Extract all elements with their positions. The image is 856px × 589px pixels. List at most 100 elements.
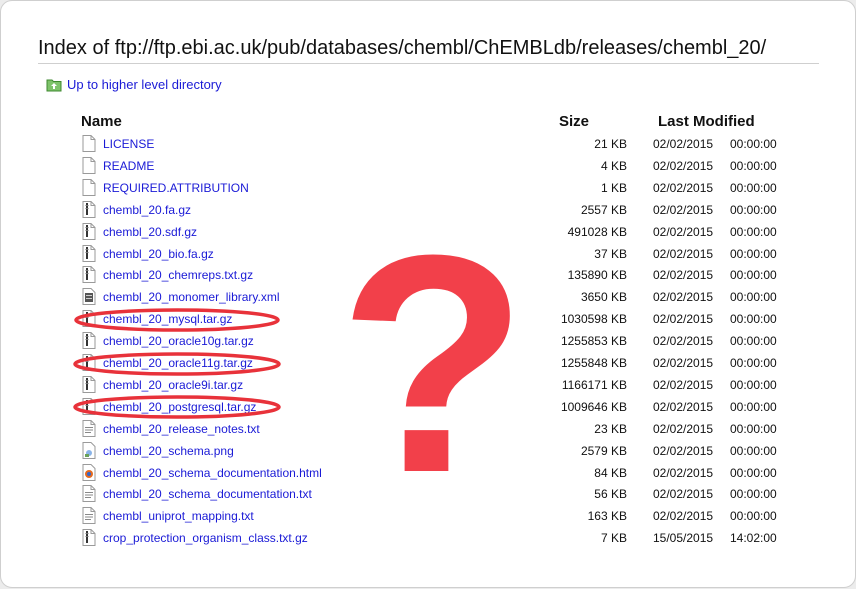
table-row: chembl_20_monomer_library.xml 3650 KB 02/0…	[1, 286, 855, 308]
text-lines-file-icon	[82, 485, 96, 503]
file-link[interactable]: chembl_20_mysql.tar.gz	[103, 312, 232, 326]
table-row: chembl_20_oracle9i.tar.gz 1166171 KB 02/02…	[1, 374, 855, 396]
image-file-icon	[82, 441, 96, 459]
column-header-size[interactable]: Size	[559, 113, 589, 130]
modified-time: 00:00:00	[730, 202, 777, 217]
modified-time: 00:00:00	[730, 465, 777, 480]
html-file-icon	[82, 463, 96, 481]
text-lines-file-icon	[82, 507, 96, 525]
modified-time: 00:00:00	[730, 312, 777, 327]
table-row: chembl_20_postgresql.tar.gz 1009646 KB 02/…	[1, 396, 855, 418]
modified-date: 02/02/2015	[653, 268, 714, 283]
column-header-name[interactable]: Name	[81, 113, 122, 130]
table-row: chembl_20_bio.fa.gz 37 KB 02/02/2015 00:00:…	[1, 243, 855, 265]
modified-time: 00:00:00	[730, 137, 777, 151]
file-link[interactable]: chembl_20.sdf.gz	[103, 225, 197, 239]
modified-time: 00:00:00	[730, 268, 777, 283]
file-size: 1255848 KB	[560, 356, 627, 370]
text-lines-file-icon	[82, 419, 96, 437]
modified-time: 00:00:00	[730, 246, 777, 261]
file-size: 1 KB	[600, 180, 627, 195]
file-link[interactable]: chembl_20_oracle11g.tar.gz	[103, 356, 253, 370]
file-size: 491028 KB	[567, 224, 627, 239]
archive-file-icon	[82, 266, 96, 284]
table-row: chembl_20_release_notes.txt 23 KB 02/02/20…	[1, 418, 855, 440]
file-size: 2579 KB	[580, 443, 627, 458]
file-size: 4 KB	[600, 158, 627, 173]
file-link[interactable]: README	[103, 159, 154, 173]
modified-time: 00:00:00	[730, 224, 777, 239]
file-link[interactable]: LICENSE	[103, 137, 154, 151]
file-link[interactable]: chembl_20_monomer_library.xml	[103, 290, 280, 304]
modified-time: 00:00:00	[730, 180, 777, 195]
file-link[interactable]: chembl_20_release_notes.txt	[103, 422, 260, 436]
archive-file-icon	[82, 222, 96, 240]
file-link[interactable]: chembl_20_schema.png	[103, 444, 234, 458]
archive-file-icon	[82, 529, 96, 547]
file-size: 1166171 KB	[561, 377, 627, 392]
modified-date: 02/02/2015	[653, 377, 714, 392]
file-link[interactable]: chembl_20_bio.fa.gz	[103, 247, 214, 261]
modified-time: 00:00:00	[730, 443, 777, 458]
file-size: 135890 KB	[567, 268, 627, 283]
file-link[interactable]: chembl_20_oracle9i.tar.gz	[103, 378, 243, 392]
modified-date: 02/02/2015	[653, 312, 714, 327]
file-link[interactable]: chembl_uniprot_mapping.txt	[103, 509, 254, 523]
modified-date: 15/05/2015	[653, 531, 714, 546]
parent-directory-link[interactable]: Up to higher level directory	[46, 77, 222, 92]
table-row: chembl_20_oracle10g.tar.gz 1255853 KB 02/0…	[1, 330, 855, 352]
file-link[interactable]: chembl_20_schema_documentation.html	[103, 466, 322, 480]
file-size: 7 KB	[600, 531, 627, 546]
file-size: 163 KB	[587, 509, 627, 524]
table-row: chembl_20_schema_documentation.html 84 KB…	[1, 462, 855, 484]
text-file-icon	[82, 135, 96, 152]
modified-date: 02/02/2015	[653, 487, 714, 502]
modified-date: 02/02/2015	[653, 465, 714, 480]
table-row: README 4 KB 02/02/2015 00:00:00	[1, 155, 855, 177]
modified-time: 00:00:00	[730, 290, 777, 305]
archive-file-icon	[82, 200, 96, 218]
table-row: REQUIRED.ATTRIBUTION 1 KB 02/02/2015 00:00:…	[1, 177, 855, 199]
file-size: 1030598 KB	[560, 312, 627, 327]
file-link[interactable]: chembl_20_postgresql.tar.gz	[103, 400, 256, 414]
file-link[interactable]: chembl_20_oracle10g.tar.gz	[103, 334, 254, 348]
file-size: 23 KB	[594, 421, 627, 436]
modified-time: 00:00:00	[730, 421, 777, 436]
modified-time: 00:00:00	[730, 158, 777, 173]
table-row: LICENSE 21 KB 02/02/2015 00:00:00	[1, 133, 855, 155]
file-link[interactable]: chembl_20.fa.gz	[103, 203, 191, 217]
file-size: 1255853 KB	[560, 334, 627, 349]
table-row: chembl_20_mysql.tar.gz 1030598 KB 02/02/20…	[1, 308, 855, 330]
file-size: 3650 KB	[580, 290, 627, 305]
archive-file-icon	[82, 310, 96, 328]
file-size: 21 KB	[594, 137, 627, 151]
modified-date: 02/02/2015	[653, 443, 714, 458]
table-row: crop_protection_organism_class.txt.gz 7 K…	[1, 527, 855, 549]
archive-file-icon	[82, 397, 96, 415]
table-row: chembl_uniprot_mapping.txt 163 KB 02/02/20…	[1, 505, 855, 527]
parent-directory-label: Up to higher level directory	[67, 77, 222, 92]
table-row: chembl_20.fa.gz 2557 KB 02/02/2015 00:00:00	[1, 199, 855, 221]
modified-date: 02/02/2015	[653, 421, 714, 436]
file-link[interactable]: REQUIRED.ATTRIBUTION	[103, 181, 249, 195]
file-size: 1009646 KB	[560, 399, 627, 414]
archive-file-icon	[82, 354, 96, 371]
table-row: chembl_20.sdf.gz 491028 KB 02/02/2015 00:00…	[1, 221, 855, 243]
table-row: chembl_20_schema_documentation.txt 56 KB 0…	[1, 483, 855, 505]
file-size: 2557 KB	[580, 202, 627, 217]
title-divider	[38, 63, 819, 64]
modified-date: 02/02/2015	[653, 180, 714, 195]
modified-time: 00:00:00	[730, 509, 777, 524]
modified-date: 02/02/2015	[653, 137, 714, 151]
modified-date: 02/02/2015	[653, 224, 714, 239]
column-header-last-modified[interactable]: Last Modified	[658, 113, 755, 130]
file-link[interactable]: chembl_20_chemreps.txt.gz	[103, 268, 253, 282]
file-link[interactable]: chembl_20_schema_documentation.txt	[103, 487, 312, 501]
modified-date: 02/02/2015	[653, 399, 714, 414]
modified-date: 02/02/2015	[653, 202, 714, 217]
modified-time: 00:00:00	[730, 377, 777, 392]
browser-page: Index of ftp://ftp.ebi.ac.uk/pub/databas…	[0, 0, 856, 588]
table-row: chembl_20_chemreps.txt.gz 135890 KB 02/02/…	[1, 264, 855, 286]
modified-date: 02/02/2015	[653, 158, 714, 173]
file-link[interactable]: crop_protection_organism_class.txt.gz	[103, 531, 308, 545]
